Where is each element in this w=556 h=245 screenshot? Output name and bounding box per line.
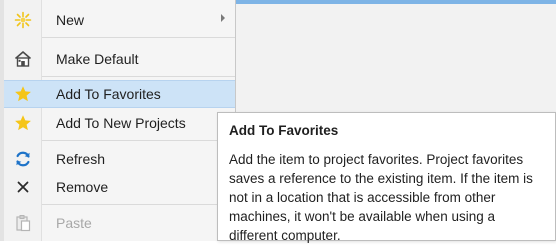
star-icon — [4, 80, 42, 108]
home-icon — [4, 45, 42, 73]
menu-separator — [42, 140, 235, 141]
menu-item-label: Paste — [56, 215, 92, 231]
close-icon — [4, 173, 42, 201]
submenu-arrow-icon — [221, 14, 225, 22]
menu-item-add-to-favorites[interactable]: Add To Favorites — [4, 80, 235, 108]
menu-item-new[interactable]: New — [4, 6, 235, 34]
menu-item-paste[interactable]: Paste — [4, 209, 235, 237]
star-icon — [4, 109, 42, 137]
menu-item-make-default[interactable]: Make Default — [4, 45, 235, 73]
menu-item-label: Add To Favorites — [56, 86, 161, 102]
menu-separator — [42, 76, 235, 77]
menu-item-label: Add To New Projects — [56, 115, 186, 131]
menu-separator — [42, 204, 235, 205]
menu-item-label: Refresh — [56, 151, 106, 167]
menu-item-label: New — [56, 12, 85, 28]
menu-item-refresh[interactable]: Refresh — [4, 145, 235, 173]
tooltip: Add To Favorites Add the item to project… — [217, 112, 556, 243]
refresh-icon — [4, 145, 42, 173]
menu-item-label: Make Default — [56, 51, 139, 67]
menu-item-label: Remove — [56, 179, 109, 195]
sparkle-icon — [4, 6, 42, 34]
menu-item-remove[interactable]: Remove — [4, 173, 235, 201]
menu-separator — [42, 37, 235, 38]
tooltip-body: Add the item to project favorites. Proje… — [229, 152, 533, 243]
menu-item-add-to-new-projects[interactable]: Add To New Projects — [4, 109, 235, 137]
tooltip-title: Add To Favorites — [229, 123, 339, 138]
paste-icon — [4, 209, 42, 237]
